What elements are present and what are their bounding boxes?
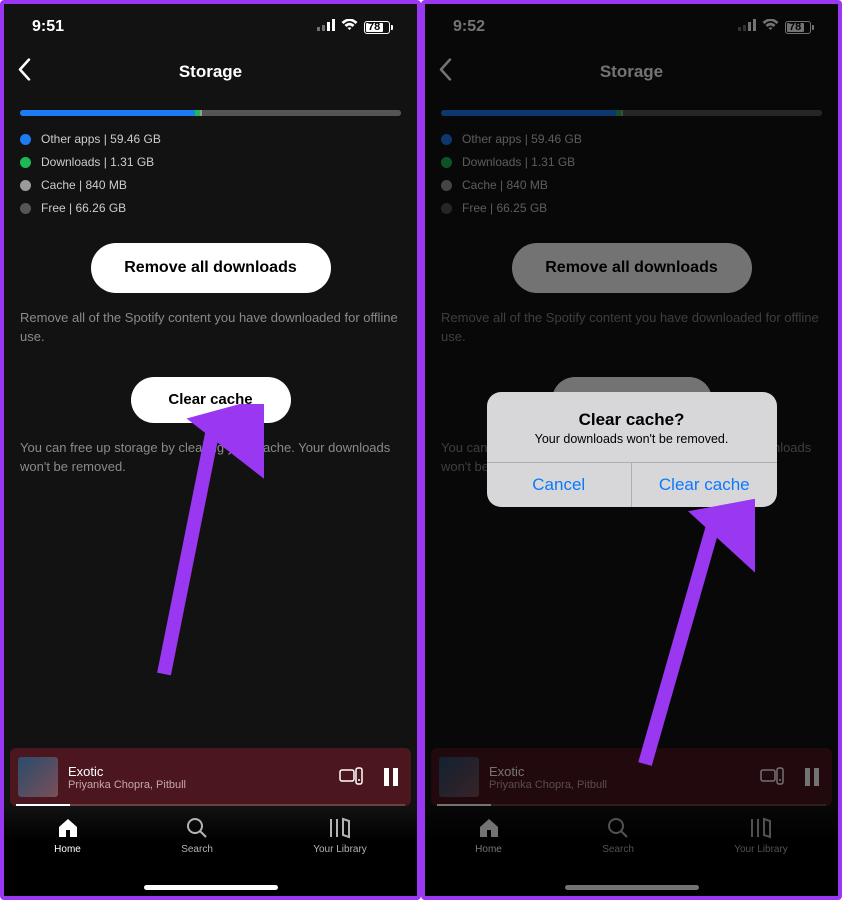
page-title: Storage: [4, 62, 417, 82]
np-progress: [16, 804, 405, 806]
legend-cache: Cache | 840 MB: [20, 178, 401, 192]
dialog-title: Clear cache?: [505, 410, 759, 430]
dot-icon: [20, 203, 31, 214]
pause-icon[interactable]: [383, 768, 399, 786]
legend-downloads: Downloads | 1.31 GB: [20, 155, 401, 169]
status-time: 9:51: [32, 18, 64, 36]
search-icon: [185, 816, 209, 840]
devices-icon[interactable]: [339, 767, 363, 787]
back-button[interactable]: [18, 59, 31, 86]
remove-all-downloads-button[interactable]: Remove all downloads: [91, 243, 331, 293]
legend-other-apps: Other apps | 59.46 GB: [20, 132, 401, 146]
now-playing-bar[interactable]: Exotic Priyanka Chopra, Pitbull: [10, 748, 411, 806]
bar-free: [202, 110, 401, 116]
nav-library[interactable]: Your Library: [313, 816, 367, 855]
screenshot-left: 9:51 78 Storage: [0, 0, 421, 900]
storage-legend: Other apps | 59.46 GB Downloads | 1.31 G…: [4, 126, 417, 221]
downloads-helper: Remove all of the Spotify content you ha…: [4, 305, 417, 351]
home-icon: [56, 816, 80, 840]
dot-icon: [20, 134, 31, 145]
dot-icon: [20, 180, 31, 191]
status-bar: 9:51 78: [4, 4, 417, 50]
library-icon: [328, 816, 352, 840]
dialog-cancel-button[interactable]: Cancel: [487, 463, 632, 507]
legend-free: Free | 66.26 GB: [20, 201, 401, 215]
wifi-icon: [341, 18, 358, 36]
nav-home[interactable]: Home: [54, 816, 81, 855]
screenshot-right: 9:52 78 Storage Other apps | 59.46 GB Do…: [421, 0, 842, 900]
np-artist: Priyanka Chopra, Pitbull: [68, 779, 329, 791]
storage-bar: [20, 110, 401, 116]
album-art: [18, 757, 58, 797]
dialog-confirm-button[interactable]: Clear cache: [631, 463, 777, 507]
bottom-nav: Home Search Your Library: [4, 806, 417, 896]
cache-helper: You can free up storage by clearing your…: [4, 435, 417, 481]
home-indicator[interactable]: [144, 885, 278, 890]
dot-icon: [20, 157, 31, 168]
np-title: Exotic: [68, 764, 329, 779]
header: Storage: [4, 50, 417, 94]
battery-icon: 78: [364, 21, 393, 34]
dialog-message: Your downloads won't be removed.: [505, 432, 759, 446]
clear-cache-button[interactable]: Clear cache: [131, 377, 291, 423]
nav-search[interactable]: Search: [181, 816, 213, 855]
clear-cache-dialog: Clear cache? Your downloads won't be rem…: [487, 392, 777, 507]
signal-icon: [317, 18, 335, 36]
bar-other-apps: [20, 110, 195, 116]
